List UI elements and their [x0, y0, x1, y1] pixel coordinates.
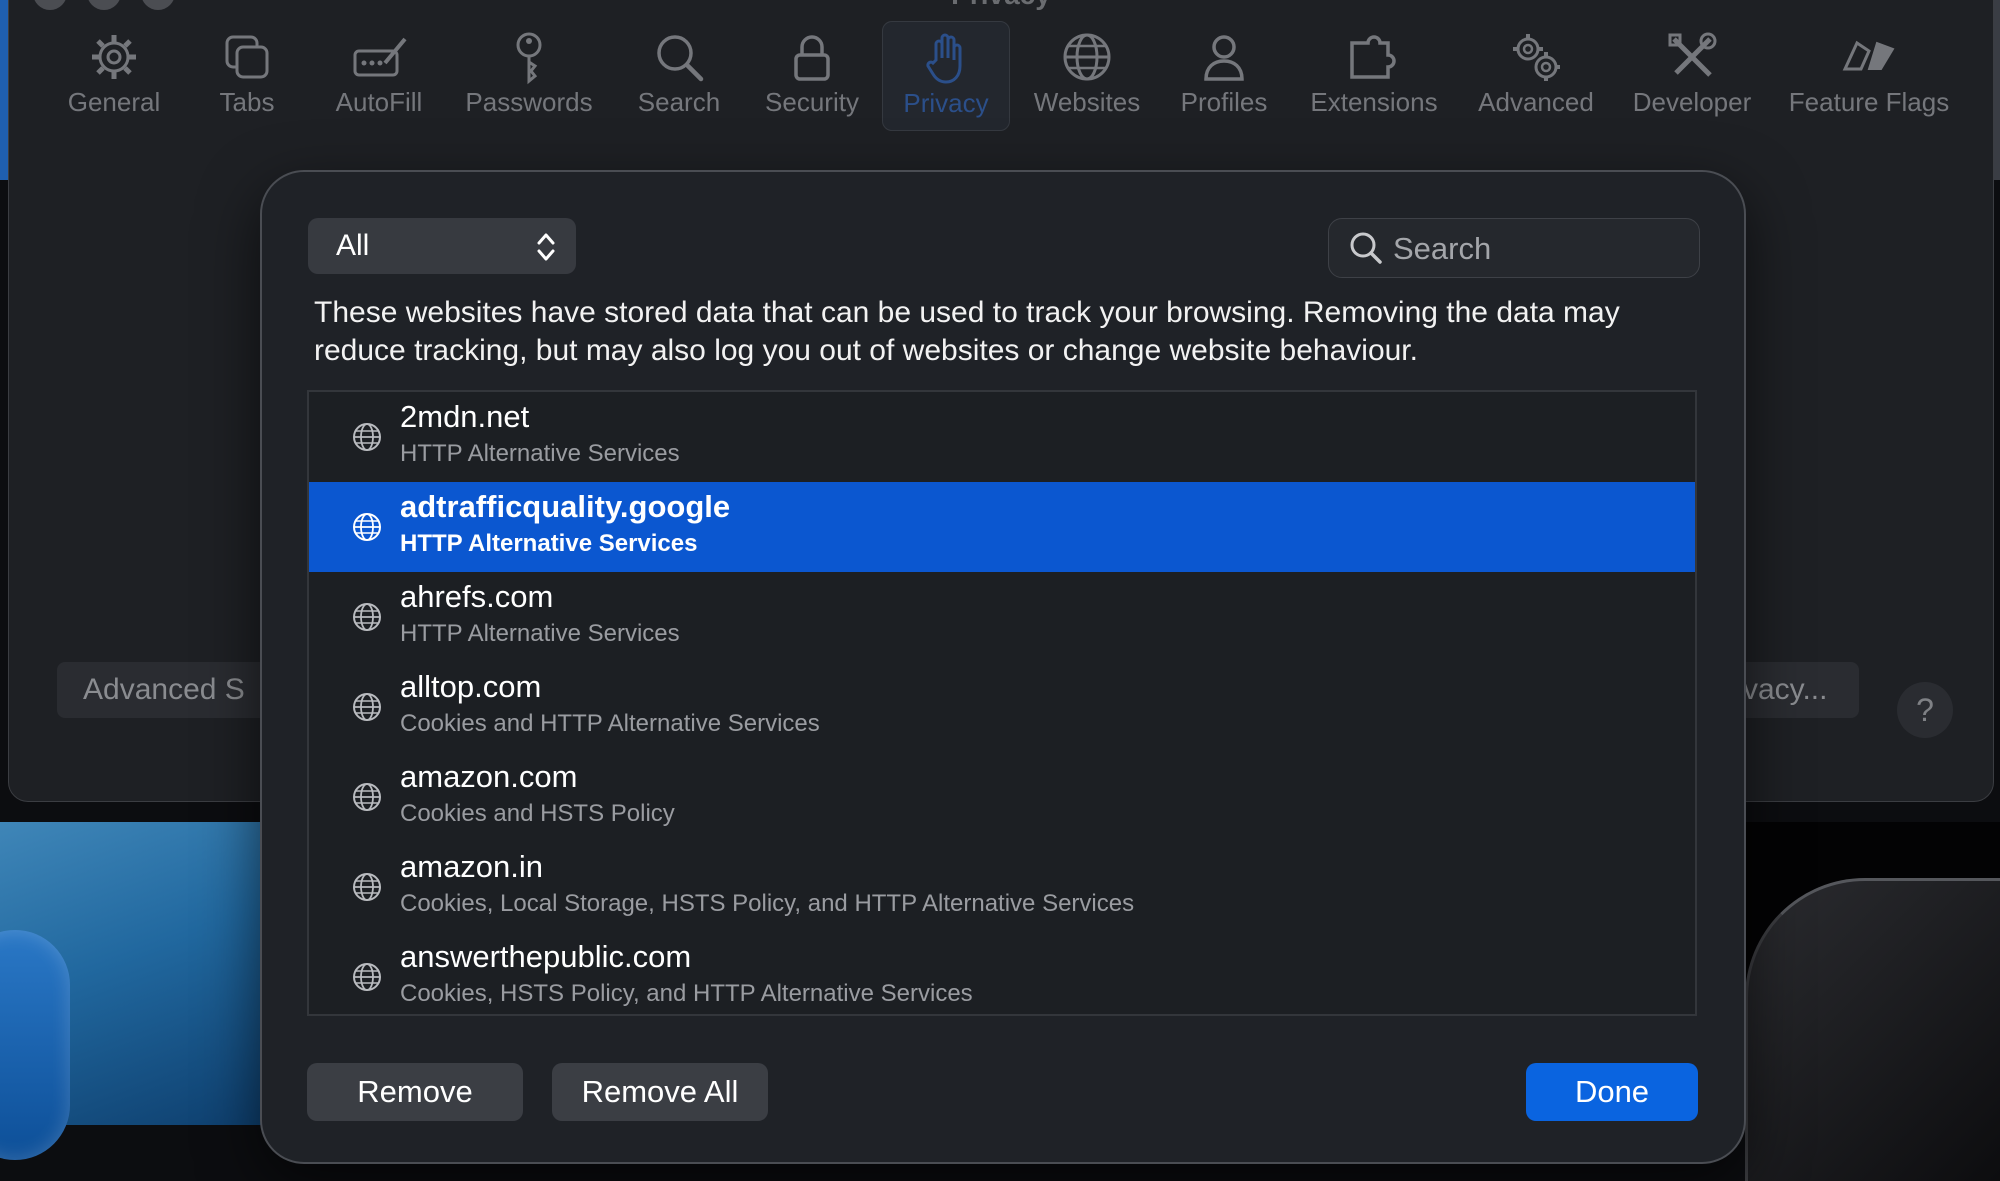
preferences-toolbar: General Tabs AutoFill Passwords Search S… [9, 21, 2000, 141]
site-data-types: Cookies and HTTP Alternative Services [400, 710, 820, 737]
tab-label: Websites [1033, 87, 1141, 117]
tab-label: Advanced [1478, 87, 1594, 117]
chevron-updown-icon [537, 233, 555, 261]
tab-security[interactable]: Security [747, 21, 877, 129]
tab-general[interactable]: General [49, 21, 179, 129]
search-icon [1350, 232, 1382, 264]
gear-icon [86, 29, 142, 85]
globe-icon [353, 603, 381, 631]
wallpaper-blob [0, 930, 70, 1160]
globe-icon [353, 783, 381, 811]
list-item[interactable]: alltop.com Cookies and HTTP Alternative … [309, 662, 1695, 752]
gears-icon [1508, 29, 1564, 85]
site-name: amazon.in [400, 849, 544, 884]
site-data-types: HTTP Alternative Services [400, 440, 680, 467]
tab-label: Profiles [1180, 87, 1268, 117]
globe-icon [353, 873, 381, 901]
remove-button[interactable]: Remove [307, 1063, 523, 1121]
site-data-types: HTTP Alternative Services [400, 620, 680, 647]
tab-autofill[interactable]: AutoFill [314, 21, 444, 129]
list-item[interactable]: amazon.com Cookies and HSTS Policy [309, 752, 1695, 842]
list-item[interactable]: 2mdn.net HTTP Alternative Services [309, 392, 1695, 482]
site-name: ahrefs.com [400, 579, 554, 614]
tab-passwords[interactable]: Passwords [449, 21, 609, 129]
lock-icon [784, 29, 840, 85]
puzzle-icon [1346, 29, 1402, 85]
sheet-description: These websites have stored data that can… [314, 296, 1620, 367]
manage-website-data-sheet: All These websites have stored data that… [260, 170, 1746, 1164]
tab-label: Passwords [465, 87, 593, 117]
tab-label: Search [637, 87, 721, 117]
done-button[interactable]: Done [1526, 1063, 1698, 1121]
globe-icon [353, 423, 381, 451]
tab-label: General [67, 87, 161, 117]
tabs-icon [219, 29, 275, 85]
wallpaper-device-image [1745, 878, 2000, 1181]
list-item[interactable]: amazon.in Cookies, Local Storage, HSTS P… [309, 842, 1695, 932]
privacy-report-button[interactable]: vacy... [1729, 662, 1859, 718]
search-input[interactable] [1391, 219, 1685, 279]
tab-label: Privacy [903, 88, 989, 118]
window-title: Privacy [9, 0, 1993, 11]
list-item-selected[interactable]: adtrafficquality.google HTTP Alternative… [309, 482, 1695, 572]
tab-label: Security [765, 87, 859, 117]
tab-advanced[interactable]: Advanced [1461, 21, 1611, 129]
person-icon [1196, 29, 1252, 85]
site-name: amazon.com [400, 759, 578, 794]
tools-icon [1664, 29, 1720, 85]
site-name: 2mdn.net [400, 399, 530, 434]
site-data-types: Cookies and HSTS Policy [400, 800, 675, 827]
globe-icon [353, 513, 381, 541]
autofill-icon [351, 29, 407, 85]
tab-websites[interactable]: Websites [1019, 21, 1155, 129]
tab-search[interactable]: Search [619, 21, 739, 129]
tab-label: Feature Flags [1788, 87, 1950, 117]
help-button[interactable]: ? [1897, 682, 1953, 738]
globe-icon [353, 693, 381, 721]
key-icon [501, 29, 557, 85]
site-name: alltop.com [400, 669, 542, 704]
site-data-types: Cookies, HSTS Policy, and HTTP Alternati… [400, 980, 973, 1007]
tab-feature-flags[interactable]: Feature Flags [1784, 21, 1954, 129]
search-icon [651, 29, 707, 85]
filter-selected-value: All [336, 229, 370, 262]
hand-icon [918, 30, 974, 86]
filter-select[interactable]: All [308, 218, 576, 274]
tab-extensions[interactable]: Extensions [1299, 21, 1449, 129]
tab-label: AutoFill [335, 87, 423, 117]
tab-profiles[interactable]: Profiles [1164, 21, 1284, 129]
globe-icon [353, 963, 381, 991]
globe-icon [1059, 29, 1115, 85]
flags-icon [1841, 29, 1897, 85]
tab-label: Developer [1632, 87, 1752, 117]
tab-tabs[interactable]: Tabs [187, 21, 307, 129]
website-list[interactable]: 2mdn.net HTTP Alternative Services adtra… [307, 390, 1697, 1016]
list-item[interactable]: ahrefs.com HTTP Alternative Services [309, 572, 1695, 662]
tab-developer[interactable]: Developer [1617, 21, 1767, 129]
search-field[interactable] [1328, 218, 1700, 279]
list-item[interactable]: answerthepublic.com Cookies, HSTS Policy… [309, 932, 1695, 1014]
tab-label: Tabs [219, 87, 275, 117]
site-name: adtrafficquality.google [400, 489, 731, 524]
tab-label: Extensions [1310, 87, 1438, 117]
site-data-types: HTTP Alternative Services [400, 530, 698, 557]
remove-all-button[interactable]: Remove All [552, 1063, 768, 1121]
tab-privacy[interactable]: Privacy [882, 21, 1010, 131]
site-data-types: Cookies, Local Storage, HSTS Policy, and… [400, 890, 1135, 917]
site-name: answerthepublic.com [400, 939, 692, 974]
